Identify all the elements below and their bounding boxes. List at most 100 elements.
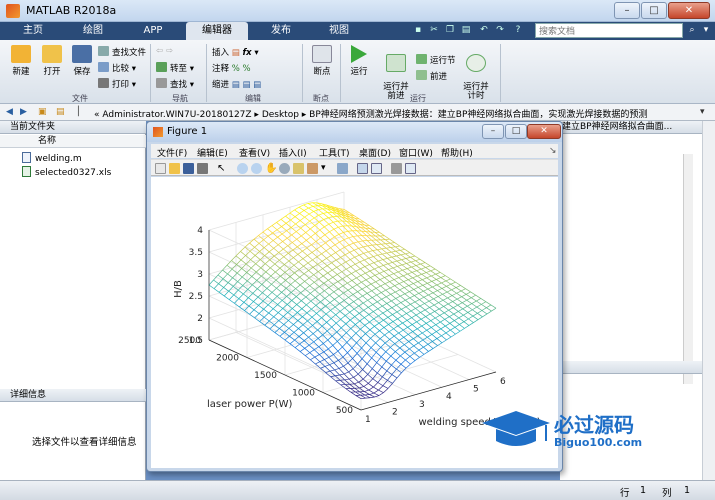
surface-mesh-line <box>380 351 386 358</box>
right-scrollbar[interactable] <box>702 121 715 500</box>
surface-mesh-line <box>456 292 462 297</box>
surface-mesh-line <box>343 365 349 373</box>
minimize-button[interactable]: – <box>614 2 640 19</box>
insert-legend-icon[interactable] <box>371 163 382 174</box>
find-button[interactable]: 查找 ▾ <box>156 78 194 90</box>
menu-file[interactable]: 文件(F) <box>157 146 187 159</box>
path-dropdown-icon[interactable]: ▾ <box>700 107 712 118</box>
surface-mesh-line <box>358 246 364 249</box>
figure-close-button[interactable]: ✕ <box>527 124 561 139</box>
surface-mesh-line <box>303 328 309 334</box>
link-plot-icon[interactable] <box>337 163 348 174</box>
redo-icon[interactable]: ↷ <box>494 24 506 36</box>
menu-edit[interactable]: 编辑(E) <box>197 146 228 159</box>
tab-editor[interactable]: 编辑器 <box>186 22 248 40</box>
rotate-3d-icon[interactable] <box>279 163 290 174</box>
new-button[interactable]: 新建 <box>6 45 36 77</box>
show-plot-tools-icon[interactable] <box>405 163 416 174</box>
cut-icon[interactable]: ✂ <box>428 24 440 36</box>
run-section-button[interactable]: 运行节 <box>416 54 456 66</box>
print-figure-icon[interactable] <box>197 163 208 174</box>
up-folder-icon[interactable]: ▣ <box>38 107 50 118</box>
surface-mesh-line <box>302 247 308 252</box>
surface-mesh-line <box>431 324 436 328</box>
surface-mesh-line <box>360 272 366 276</box>
undo-icon[interactable]: ↶ <box>478 24 490 36</box>
brush-dropdown-icon[interactable]: ▾ <box>321 163 332 174</box>
data-cursor-icon[interactable] <box>293 163 304 174</box>
menu-help[interactable]: 帮助(H) <box>441 146 473 159</box>
menu-dock-icon[interactable]: ↘ <box>549 146 557 156</box>
tab-publish[interactable]: 发布 <box>252 22 310 40</box>
menu-view[interactable]: 查看(V) <box>239 146 270 159</box>
menu-insert[interactable]: 插入(I) <box>279 146 307 159</box>
copy-icon[interactable]: ❐ <box>444 24 456 36</box>
surface-mesh-line <box>450 281 456 285</box>
surface-mesh-line <box>384 235 390 240</box>
back-arrow-icon[interactable]: ◀ <box>6 107 18 118</box>
surface-mesh-line <box>433 298 439 303</box>
surface-mesh-line <box>289 209 295 214</box>
goto-button[interactable]: 转至 ▾ <box>156 62 194 74</box>
surface-mesh-line <box>426 320 431 324</box>
run-time-button[interactable]: 运行并 计时 <box>458 45 494 101</box>
name-column-header[interactable]: 名称 <box>0 135 146 148</box>
surface-mesh-line <box>348 236 354 239</box>
open-file-icon[interactable] <box>169 163 180 174</box>
menu-desktop[interactable]: 桌面(D) <box>359 146 391 159</box>
surface-mesh-line <box>295 284 301 289</box>
run-button[interactable]: 运行 <box>344 45 374 77</box>
brush-icon[interactable] <box>307 163 318 174</box>
tab-home[interactable]: 主页 <box>10 22 56 40</box>
close-button[interactable]: ✕ <box>668 2 710 19</box>
tab-view[interactable]: 视图 <box>314 22 364 40</box>
surface-mesh-line <box>258 313 265 318</box>
new-figure-icon[interactable] <box>155 163 166 174</box>
pointer-icon[interactable]: ↖ <box>217 163 228 174</box>
save-quick-icon[interactable]: ▪ <box>412 24 424 36</box>
help-icon[interactable]: ? <box>512 24 524 36</box>
surface-mesh-line <box>320 242 326 247</box>
indent-button[interactable]: 缩进 ▤ ▤ ▤ <box>212 78 261 90</box>
surface-mesh-line <box>389 238 395 243</box>
surface-mesh-line <box>366 240 373 246</box>
tab-plots[interactable]: 绘图 <box>68 22 118 40</box>
search-docs-input[interactable] <box>535 23 683 38</box>
browse-folder-icon[interactable]: ▤ <box>56 107 68 118</box>
menu-tools[interactable]: 工具(T) <box>319 146 350 159</box>
print-button[interactable]: 打印 ▾ <box>98 78 136 90</box>
current-path[interactable]: « Administrator.WIN7U-20180127Z ▸ Deskto… <box>94 107 647 120</box>
insert-colorbar-icon[interactable] <box>357 163 368 174</box>
comment-button[interactable]: 注释 % % <box>212 62 251 74</box>
maximize-button[interactable]: □ <box>641 2 667 19</box>
figure-maximize-button[interactable]: □ <box>505 124 527 139</box>
vertical-scrollbar[interactable] <box>683 154 693 384</box>
save-figure-icon[interactable] <box>183 163 194 174</box>
save-button[interactable]: 保存 <box>68 45 96 77</box>
insert-button[interactable]: 插入 ▤ fx ▾ <box>212 46 259 58</box>
forward-arrow-icon[interactable]: ▶ <box>20 107 32 118</box>
file-item[interactable]: selected0327.xls <box>22 166 111 178</box>
breakpoints-button[interactable]: 断点 <box>308 45 336 77</box>
surface-mesh-line <box>454 317 460 321</box>
search-icon[interactable]: ⌕ <box>686 24 698 36</box>
compare-button[interactable]: 比较 ▾ <box>98 62 136 74</box>
file-item[interactable]: welding.m <box>22 152 82 164</box>
hide-plot-tools-icon[interactable] <box>391 163 402 174</box>
collapse-ribbon-icon[interactable]: ▾ <box>700 24 712 36</box>
figure-minimize-button[interactable]: – <box>482 124 504 139</box>
paste-icon[interactable]: ▤ <box>460 24 472 36</box>
find-files-button[interactable]: 查找文件 <box>98 46 146 58</box>
open-button[interactable]: 打开 <box>38 45 66 77</box>
pan-hand-icon[interactable]: ✋ <box>265 163 277 174</box>
surface-mesh-line <box>411 266 417 271</box>
menu-window[interactable]: 窗口(W) <box>399 146 433 159</box>
surface-mesh-line <box>361 358 368 365</box>
tab-apps[interactable]: APP <box>128 22 178 40</box>
zoom-in-icon[interactable] <box>237 163 248 174</box>
surface-mesh-line <box>349 308 355 313</box>
zoom-out-icon[interactable] <box>251 163 262 174</box>
surface-mesh-line <box>286 296 292 301</box>
advance-button[interactable]: 前进 <box>416 70 447 82</box>
nav-back-forward[interactable]: ⇦ ⇨ <box>156 46 173 56</box>
